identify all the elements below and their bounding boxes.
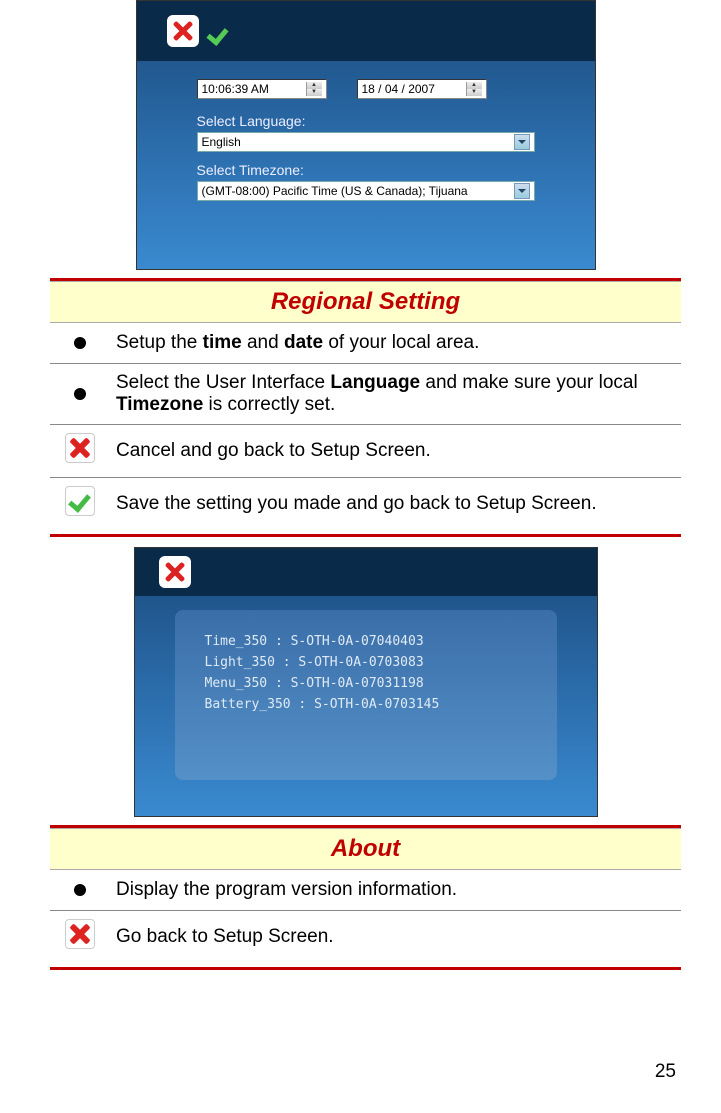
date-spinner[interactable]: ▲▼ bbox=[466, 82, 482, 96]
language-label: Select Language: bbox=[197, 113, 535, 129]
about-table: Display the program version information.… bbox=[50, 870, 681, 963]
divider bbox=[50, 967, 681, 970]
divider bbox=[50, 534, 681, 537]
save-icon bbox=[207, 17, 235, 45]
timezone-value: (GMT-08:00) Pacific Time (US & Canada); … bbox=[202, 184, 468, 198]
cancel-icon bbox=[167, 15, 199, 47]
language-value: English bbox=[202, 135, 241, 149]
table-row: Display the program version information. bbox=[50, 870, 681, 911]
table-row: Cancel and go back to Setup Screen. bbox=[50, 425, 681, 478]
row-text: Display the program version information. bbox=[110, 870, 681, 911]
bullet-icon bbox=[74, 388, 86, 400]
chevron-down-icon bbox=[514, 134, 530, 150]
date-value: 18 / 04 / 2007 bbox=[362, 82, 435, 96]
table-row: Go back to Setup Screen. bbox=[50, 911, 681, 964]
regional-setting-screenshot: 10:06:39 AM ▲▼ 18 / 04 / 2007 ▲▼ Select … bbox=[136, 0, 596, 270]
row-text: Cancel and go back to Setup Screen. bbox=[110, 425, 681, 478]
section-title-about: About bbox=[50, 828, 681, 870]
time-input[interactable]: 10:06:39 AM ▲▼ bbox=[197, 79, 327, 99]
version-line: Menu_350 : S-OTH-0A-07031198 bbox=[205, 676, 527, 691]
language-dropdown[interactable]: English bbox=[197, 132, 535, 152]
time-value: 10:06:39 AM bbox=[202, 82, 269, 96]
timezone-dropdown[interactable]: (GMT-08:00) Pacific Time (US & Canada); … bbox=[197, 181, 535, 201]
section-title-regional: Regional Setting bbox=[50, 281, 681, 323]
row-text: Setup the time and date of your local ar… bbox=[110, 323, 681, 364]
regional-setting-table: Setup the time and date of your local ar… bbox=[50, 323, 681, 530]
cancel-icon bbox=[65, 433, 95, 463]
chevron-down-icon bbox=[514, 183, 530, 199]
bullet-icon bbox=[74, 884, 86, 896]
table-row: Setup the time and date of your local ar… bbox=[50, 323, 681, 364]
row-text: Select the User Interface Language and m… bbox=[110, 364, 681, 425]
row-text: Go back to Setup Screen. bbox=[110, 911, 681, 964]
table-row: Save the setting you made and go back to… bbox=[50, 478, 681, 531]
version-line: Battery_350 : S-OTH-0A-0703145 bbox=[205, 697, 527, 712]
row-text: Save the setting you made and go back to… bbox=[110, 478, 681, 531]
time-spinner[interactable]: ▲▼ bbox=[306, 82, 322, 96]
cancel-icon bbox=[65, 919, 95, 949]
page-number: 25 bbox=[655, 1061, 676, 1083]
version-line: Time_350 : S-OTH-0A-07040403 bbox=[205, 634, 527, 649]
date-input[interactable]: 18 / 04 / 2007 ▲▼ bbox=[357, 79, 487, 99]
version-line: Light_350 : S-OTH-0A-0703083 bbox=[205, 655, 527, 670]
bullet-icon bbox=[74, 337, 86, 349]
table-row: Select the User Interface Language and m… bbox=[50, 364, 681, 425]
about-screenshot: Time_350 : S-OTH-0A-07040403 Light_350 :… bbox=[134, 547, 598, 817]
save-icon bbox=[65, 486, 95, 516]
timezone-label: Select Timezone: bbox=[197, 162, 535, 178]
cancel-icon bbox=[159, 556, 191, 588]
